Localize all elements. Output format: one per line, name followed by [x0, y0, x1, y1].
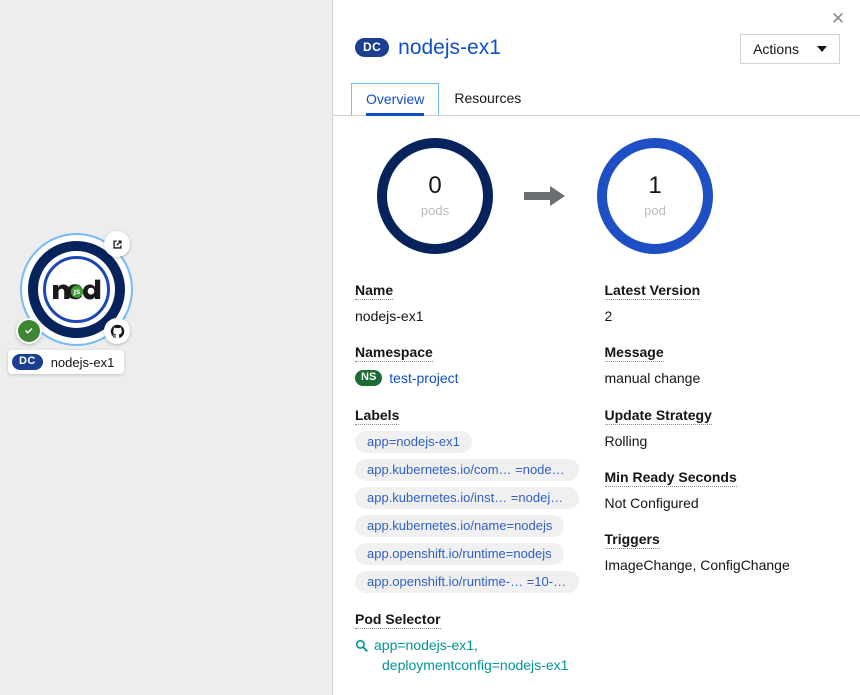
field-message-label: Message	[604, 344, 664, 363]
field-pod-selector: Pod Selector app=nodejs-ex1, deploymentc…	[355, 611, 591, 676]
actions-button[interactable]: Actions	[740, 34, 840, 64]
field-namespace-value: NS test-project	[355, 368, 591, 388]
tab-overview[interactable]: Overview	[351, 83, 440, 116]
field-namespace: Namespace NS test-project	[355, 344, 591, 388]
field-triggers-label: Triggers	[604, 531, 660, 550]
field-update-strategy-label: Update Strategy	[604, 406, 712, 425]
field-name: Name nodejs-ex1	[355, 282, 591, 326]
pod-ring-from-wrap: 0 pods	[365, 138, 505, 254]
labels-list: app=nodejs-ex1 app.kubernetes.io/com… =n…	[355, 430, 591, 593]
field-update-strategy: Update Strategy Rolling	[604, 406, 841, 451]
field-min-ready-seconds: Min Ready Seconds Not Configured	[604, 468, 841, 513]
actions-button-label: Actions	[753, 41, 799, 57]
pod-selector-line-2: deploymentconfig=nodejs-ex1	[382, 656, 569, 673]
pod-ring-chart: 0 pods 1 pod	[355, 138, 840, 254]
resource-name-link[interactable]: nodejs-ex1	[398, 36, 501, 59]
pod-ring-to-unit: pod	[644, 203, 666, 218]
check-circle-icon	[18, 320, 40, 342]
field-pod-selector-label: Pod Selector	[355, 610, 441, 629]
pod-selector-text: app=nodejs-ex1, deploymentconfig=nodejs-…	[374, 635, 568, 676]
topology-node-label[interactable]: DC nodejs-ex1	[8, 350, 125, 374]
pod-ring-from-unit: pods	[420, 203, 450, 218]
field-name-label: Name	[355, 282, 394, 300]
search-icon	[355, 635, 368, 676]
namespace-kind-badge: NS	[355, 370, 383, 387]
close-icon[interactable]: ✕	[826, 6, 850, 30]
topology-node-nodejs-ex1[interactable]: JS	[16, 231, 133, 346]
field-latest-version-label: Latest Version	[604, 282, 701, 300]
field-min-ready-seconds-label: Min Ready Seconds	[604, 468, 737, 487]
field-name-value: nodejs-ex1	[355, 308, 424, 324]
label-chip[interactable]: app.openshift.io/runtime=nodejs	[355, 542, 564, 565]
pod-selector-link[interactable]: app=nodejs-ex1, deploymentconfig=nodejs-…	[355, 635, 591, 676]
resource-kind-badge: DC	[355, 38, 390, 58]
field-message-value: manual change	[604, 370, 701, 387]
pod-ring-from-count: 0	[428, 172, 442, 199]
label-chip[interactable]: app.kubernetes.io/inst… =nodejs-…	[355, 486, 579, 509]
pod-selector-line-1: app=nodejs-ex1,	[374, 636, 478, 653]
field-triggers-value: ImageChange, ConfigChange	[604, 557, 790, 574]
node-inner-ring: JS	[43, 256, 110, 323]
panel-title: DC nodejs-ex1	[355, 36, 501, 59]
github-icon[interactable]	[104, 318, 130, 344]
field-labels-label: Labels	[355, 406, 400, 425]
details-column-right: Latest Version 2 Message manual change U…	[604, 282, 841, 693]
field-latest-version: Latest Version 2	[604, 282, 841, 326]
pod-ring-from[interactable]: 0 pods	[377, 138, 493, 254]
field-labels: Labels app=nodejs-ex1 app.kubernetes.io/…	[355, 407, 591, 593]
svg-text:JS: JS	[72, 289, 80, 296]
topology-node-name: nodejs-ex1	[50, 354, 115, 370]
field-latest-version-value: 2	[604, 308, 613, 324]
details-grid: Name nodejs-ex1 Namespace NS test-projec…	[355, 282, 840, 693]
label-chip[interactable]: app.kubernetes.io/name=nodejs	[355, 514, 565, 537]
namespace-link[interactable]: test-project	[389, 368, 458, 388]
panel-header: DC nodejs-ex1 Actions	[333, 0, 860, 64]
field-triggers: Triggers ImageChange, ConfigChange	[604, 531, 841, 575]
panel-tabs: Overview Resources	[333, 82, 860, 116]
pod-ring-to-count: 1	[648, 172, 662, 199]
field-message: Message manual change	[604, 344, 841, 388]
overview-tab-content: 0 pods 1 pod Name nodejs-ex1 Namespace N…	[333, 116, 860, 693]
external-link-icon[interactable]	[104, 231, 130, 257]
label-chip[interactable]: app.openshift.io/runtime-… =10-S…	[355, 570, 579, 593]
resource-kind-badge: DC	[12, 354, 43, 370]
label-chip[interactable]: app.kubernetes.io/com… =nodejs…	[355, 458, 579, 481]
nodejs-logo: JS	[51, 271, 103, 309]
chevron-down-icon	[817, 46, 827, 52]
status-check-icon	[16, 318, 42, 344]
field-min-ready-seconds-value: Not Configured	[604, 494, 699, 511]
pod-ring-to[interactable]: 1 pod	[597, 138, 713, 254]
field-update-strategy-value: Rolling	[604, 432, 648, 449]
topology-canvas[interactable]: JS DC nodejs-ex1	[0, 0, 332, 695]
label-chip[interactable]: app=nodejs-ex1	[355, 430, 472, 453]
resource-side-panel: ✕ DC nodejs-ex1 Actions Overview Resourc…	[332, 0, 860, 695]
field-namespace-label: Namespace	[355, 344, 433, 363]
arrow-right-icon	[505, 185, 585, 207]
pod-ring-to-wrap: 1 pod	[585, 138, 725, 254]
tab-resources[interactable]: Resources	[439, 82, 536, 115]
details-column-left: Name nodejs-ex1 Namespace NS test-projec…	[355, 282, 591, 693]
